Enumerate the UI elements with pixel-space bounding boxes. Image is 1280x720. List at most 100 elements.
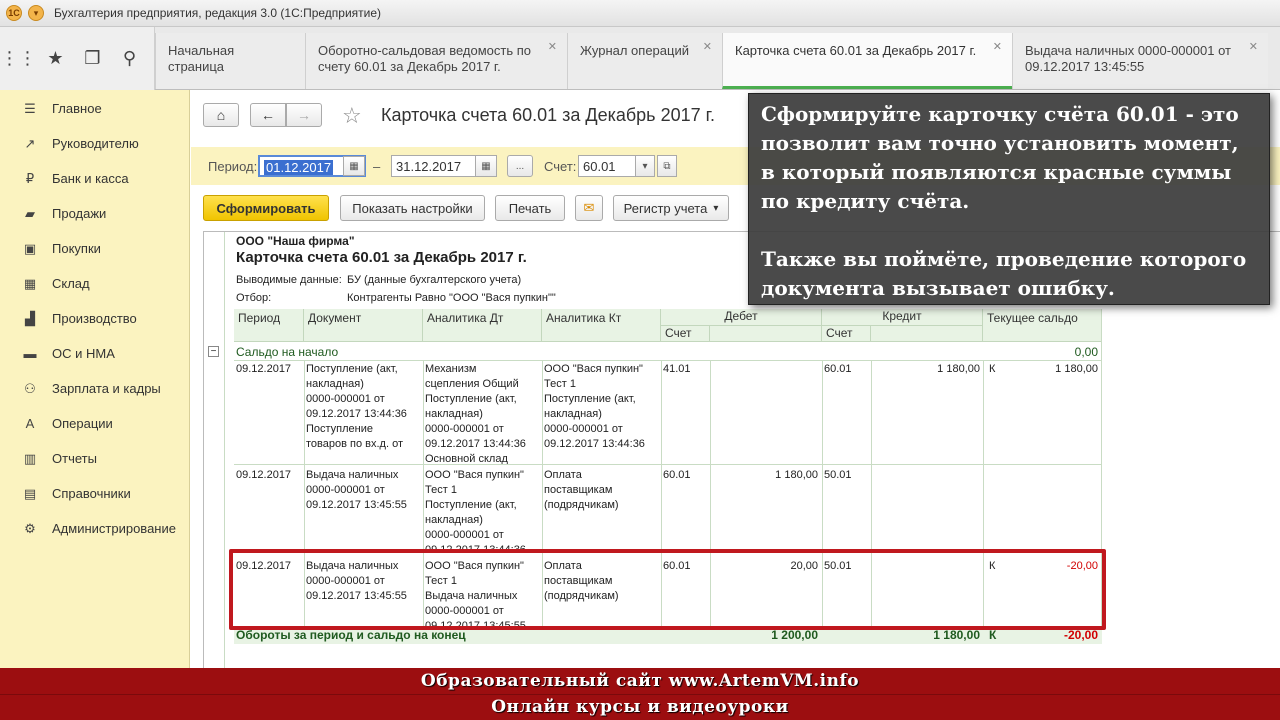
tab-journal[interactable]: Журнал операций ✕ (567, 33, 722, 89)
grid-line (1101, 309, 1102, 627)
filter-value: Контрагенты Равно "ООО "Вася пупкин"" (347, 292, 556, 304)
open-icon[interactable]: ⧉ (657, 155, 677, 177)
print-label: Печать (508, 200, 552, 216)
header-debit: Дебет (661, 309, 822, 326)
tab-label: Выдача наличных 0000-000001 от 09.12.201… (1025, 43, 1231, 74)
home-button[interactable]: ⌂ (203, 103, 239, 127)
grid-line (234, 360, 1102, 361)
tab-label: Карточка счета 60.01 за Декабрь 2017 г. (735, 43, 977, 58)
cell-document[interactable]: Выдача наличных 0000-000001 от 09.12.201… (306, 559, 407, 604)
menu-dropdown-icon[interactable]: ▾ (28, 5, 44, 21)
sidebar-item-warehouse[interactable]: ▦ Склад (0, 266, 189, 301)
register-dropdown[interactable]: Регистр учета ▾ (613, 195, 729, 221)
search-icon[interactable]: ⚲ (111, 48, 148, 69)
period-select-button[interactable]: ... (507, 155, 533, 177)
register-label: Регистр учета (623, 200, 708, 216)
callout-paragraph: Также вы поймёте, проведение которого до… (761, 247, 1247, 300)
generate-button[interactable]: Сформировать (203, 195, 329, 221)
sidebar-item-assets[interactable]: ▬ ОС и НМА (0, 336, 189, 371)
home-icon: ⌂ (216, 107, 226, 123)
envelope-icon: ✉ (583, 200, 595, 215)
grid-line (710, 360, 711, 627)
grid-line (661, 360, 662, 627)
bag-icon: ▣ (23, 240, 37, 256)
email-button[interactable]: ✉ (575, 195, 603, 221)
totals-row: Обороты за период и сальдо на конец 1 20… (234, 627, 1102, 644)
close-icon[interactable]: ✕ (1249, 39, 1258, 55)
cell-document[interactable]: Поступление (акт, накладная) 0000-000001… (306, 362, 407, 452)
ruble-icon: ₽ (25, 170, 35, 186)
gear-icon: ⚙ (24, 520, 36, 536)
tab-home[interactable]: Начальная страница (155, 33, 305, 89)
app-logo-icon[interactable]: 1С (6, 5, 22, 21)
show-settings-button[interactable]: Показать настройки (340, 195, 485, 221)
cart-icon: ▰ (25, 205, 35, 221)
history-icon[interactable]: ❐ (74, 48, 111, 69)
chevron-down-icon[interactable]: ▾ (635, 155, 655, 177)
sidebar-item-operations[interactable]: A Операции (0, 406, 189, 441)
sidebar-item-manager[interactable]: ↗ Руководителю (0, 126, 189, 161)
close-icon[interactable]: ✕ (703, 39, 712, 55)
period-from-value: 01.12.2017 (264, 160, 334, 175)
opening-value: 0,00 (1074, 345, 1098, 359)
cell-credit-sum: 1 180,00 (937, 363, 980, 375)
tab-cash-out[interactable]: Выдача наличных 0000-000001 от 09.12.201… (1012, 33, 1268, 89)
sidebar-item-production[interactable]: ▟ Производство (0, 301, 189, 336)
sidebar-item-label: Справочники (52, 486, 131, 501)
grid-line (234, 550, 1102, 551)
close-icon[interactable]: ✕ (993, 39, 1002, 55)
calendar-icon[interactable]: ▦ (343, 156, 365, 176)
sidebar-item-label: Главное (52, 101, 102, 116)
sidebar-item-reports[interactable]: ▥ Отчеты (0, 441, 189, 476)
totals-label: Обороты за период и сальдо на конец (236, 628, 466, 642)
cell-debit-sum: 20,00 (790, 560, 818, 572)
menu-icon: ☰ (24, 100, 36, 116)
cell-date: 09.12.2017 (236, 469, 292, 481)
forward-button[interactable]: → (286, 103, 322, 127)
window-title: Бухгалтерия предприятия, редакция 3.0 (1… (54, 6, 382, 20)
report-title: Карточка счета 60.01 за Декабрь 2017 г. (236, 249, 527, 266)
collapse-icon[interactable]: − (208, 346, 219, 357)
tabs-bar: ⋮⋮ ★ ❐ ⚲ Начальная страница Оборотно-сал… (0, 27, 1280, 90)
apps-grid-icon[interactable]: ⋮⋮ (0, 48, 37, 69)
header-balance: Текущее сальдо (983, 309, 1102, 342)
sidebar-item-label: ОС и НМА (52, 346, 115, 361)
close-icon[interactable]: ✕ (548, 39, 557, 55)
back-button[interactable]: ← (250, 103, 286, 127)
calendar-icon[interactable]: ▦ (475, 155, 497, 177)
sidebar: ☰ Главное ↗ Руководителю ₽ Банк и касса ▰ Пр… (0, 90, 190, 668)
sidebar-item-label: Операции (52, 416, 113, 431)
grid-line (542, 360, 543, 627)
toolbar-icons: ⋮⋮ ★ ❐ ⚲ (0, 27, 155, 90)
favorite-star-icon[interactable]: ☆ (342, 103, 362, 129)
sidebar-item-admin[interactable]: ⚙ Администрирование (0, 511, 189, 546)
tab-balance-sheet[interactable]: Оборотно-сальдовая ведомость по счету 60… (305, 33, 567, 89)
sidebar-item-bank[interactable]: ₽ Банк и касса (0, 161, 189, 196)
sidebar-item-salary[interactable]: ⚇ Зарплата и кадры (0, 371, 189, 406)
tutorial-callout: Сформируйте карточку счёта 60.01 - это п… (748, 93, 1270, 305)
period-to-value: 31.12.2017 (396, 159, 462, 174)
grid-line (423, 360, 424, 627)
sidebar-item-catalogs[interactable]: ▤ Справочники (0, 476, 189, 511)
sidebar-item-label: Администрирование (52, 521, 176, 536)
tab-label: Начальная страница (168, 43, 235, 74)
cell-credit-account: 50.01 (824, 560, 852, 572)
totals-side: К (989, 628, 997, 642)
cell-document[interactable]: Выдача наличных 0000-000001 от 09.12.201… (306, 468, 407, 513)
sidebar-item-purchases[interactable]: ▣ Покупки (0, 231, 189, 266)
output-label: Выводимые данные: (236, 274, 342, 286)
footer-banner: Образовательный сайт www.ArtemVM.info Он… (0, 668, 1280, 720)
sidebar-item-label: Зарплата и кадры (52, 381, 161, 396)
filter-label: Отбор: (236, 292, 272, 304)
sidebar-item-sales[interactable]: ▰ Продажи (0, 196, 189, 231)
tab-account-card[interactable]: Карточка счета 60.01 за Декабрь 2017 г. … (722, 33, 1012, 89)
print-button[interactable]: Печать (495, 195, 565, 221)
account-label: Счет: (544, 159, 577, 174)
cell-analytics-dt: ООО "Вася пупкин" Тест 1 Выдача наличных… (425, 560, 526, 632)
period-label: Период: (208, 159, 258, 174)
cell-analytics-dt: ООО "Вася пупкин" Тест 1 Поступление (ак… (425, 469, 526, 556)
cell-date: 09.12.2017 (236, 363, 292, 375)
cell-balance-side: К (989, 363, 996, 375)
sidebar-item-main[interactable]: ☰ Главное (0, 91, 189, 126)
favorites-star-icon[interactable]: ★ (37, 48, 74, 69)
